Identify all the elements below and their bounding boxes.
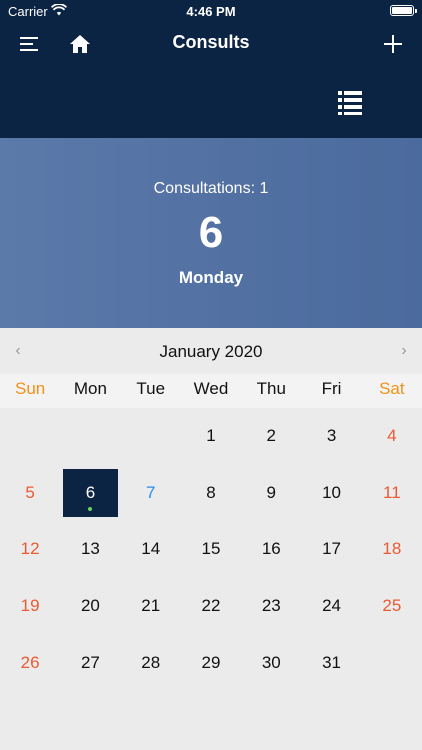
day-number: 16 xyxy=(261,539,281,559)
chevron-right-icon: › xyxy=(401,342,407,359)
calendar-day[interactable]: 15 xyxy=(181,521,241,578)
calendar-day[interactable]: 31 xyxy=(301,634,361,691)
day-number: 31 xyxy=(322,652,342,672)
day-number: 19 xyxy=(20,596,40,616)
day-number: 25 xyxy=(382,596,402,616)
calendar-day[interactable]: 4 xyxy=(362,408,422,465)
calendar-day[interactable]: 6 xyxy=(60,465,120,522)
day-number: 13 xyxy=(80,539,100,559)
day-number: 1 xyxy=(206,426,216,446)
day-number: 28 xyxy=(141,652,161,672)
weekday-label: Wed xyxy=(193,379,229,398)
weekday-label: Tue xyxy=(136,379,166,398)
calendar-day[interactable]: 10 xyxy=(301,465,361,522)
day-number: 5 xyxy=(25,482,35,502)
day-number: 12 xyxy=(20,539,40,559)
day-number: 18 xyxy=(382,539,402,559)
menu-button[interactable] xyxy=(14,30,44,58)
day-number: 29 xyxy=(201,652,221,672)
status-bar: Carrier 4:46 PM xyxy=(0,0,422,22)
calendar-day[interactable]: 29 xyxy=(181,634,241,691)
day-number: 3 xyxy=(326,426,337,446)
day-number: 27 xyxy=(80,652,100,672)
calendar-day[interactable]: 8 xyxy=(181,465,241,522)
plus-icon xyxy=(384,35,402,53)
month-header: ‹ January 2020 › xyxy=(0,328,422,374)
calendar-day[interactable]: 1 xyxy=(181,408,241,465)
calendar-day[interactable]: 23 xyxy=(241,578,301,635)
month-title: January 2020 xyxy=(159,342,263,361)
calendar: ‹ January 2020 › Sun Mon Tue Wed Thu Fri Sat 1… xyxy=(0,328,422,750)
weekday-label: Sat xyxy=(379,379,405,398)
calendar-day[interactable]: 25 xyxy=(362,578,422,635)
weekday-header: Sun Mon Tue Wed Thu Fri Sat xyxy=(0,374,422,408)
status-time: 4:46 PM xyxy=(186,4,236,19)
menu-icon xyxy=(20,37,38,51)
calendar-day[interactable]: 14 xyxy=(121,521,181,578)
calendar-day[interactable]: 11 xyxy=(362,465,422,522)
calendar-day[interactable]: 9 xyxy=(241,465,301,522)
day-number: 7 xyxy=(145,482,156,502)
day-number: 9 xyxy=(266,482,277,502)
day-number: 30 xyxy=(261,652,281,672)
day-number: 14 xyxy=(141,539,161,559)
home-button[interactable] xyxy=(65,30,95,58)
day-number: 24 xyxy=(322,596,342,616)
add-consult-button[interactable] xyxy=(378,30,408,58)
calendar-day[interactable]: 3 xyxy=(301,408,361,465)
list-icon xyxy=(338,91,362,115)
consultations-count: Consultations: 1 xyxy=(153,180,269,197)
next-month-button[interactable]: › xyxy=(394,342,414,362)
empty-day-cell xyxy=(60,408,120,465)
day-number: 26 xyxy=(20,652,40,672)
list-view-button[interactable] xyxy=(334,86,366,118)
day-number: 21 xyxy=(141,596,161,616)
calendar-day[interactable]: 24 xyxy=(301,578,361,635)
selected-day-summary: Consultations: 1 6 Monday xyxy=(0,138,422,328)
event-dot-indicator xyxy=(88,507,93,512)
weekday-label: Mon xyxy=(73,379,107,398)
day-number: 4 xyxy=(387,426,397,446)
page-title: Consults xyxy=(172,32,250,52)
selected-day-number: 6 xyxy=(198,208,224,257)
navigation-bar: Consults xyxy=(0,22,422,138)
empty-day-cell xyxy=(0,408,60,465)
day-number: 20 xyxy=(80,596,100,616)
calendar-day[interactable]: 18 xyxy=(362,521,422,578)
calendar-day[interactable]: 30 xyxy=(241,634,301,691)
weekday-label: Fri xyxy=(321,379,342,398)
calendar-day[interactable]: 12 xyxy=(0,521,60,578)
calendar-day[interactable]: 5 xyxy=(0,465,60,522)
calendar-day[interactable]: 7 xyxy=(121,465,181,522)
calendar-day[interactable]: 2 xyxy=(241,408,301,465)
empty-day-cell xyxy=(121,408,181,465)
day-number: 17 xyxy=(322,539,342,559)
calendar-day[interactable]: 21 xyxy=(121,578,181,635)
calendar-days-grid: 1 2 3 4 5 6 7 8 9 10 11 12 13 14 15 16 17 18 19 20 21 22 23 24 2… xyxy=(0,408,422,720)
calendar-day[interactable]: 20 xyxy=(60,578,120,635)
calendar-day[interactable]: 22 xyxy=(181,578,241,635)
weekday-label: Thu xyxy=(256,379,286,398)
day-number: 15 xyxy=(201,539,221,559)
selected-day-name: Monday xyxy=(178,268,244,287)
day-number: 10 xyxy=(322,482,342,502)
calendar-day[interactable]: 17 xyxy=(301,521,361,578)
day-number: 11 xyxy=(383,482,401,502)
weekday-label: Sun xyxy=(15,379,46,398)
home-icon xyxy=(70,35,90,53)
battery-icon xyxy=(390,5,417,16)
day-number: 23 xyxy=(261,596,281,616)
day-number: 22 xyxy=(201,596,221,616)
empty-day-cell xyxy=(362,634,422,691)
calendar-day[interactable]: 27 xyxy=(60,634,120,691)
calendar-day[interactable]: 13 xyxy=(60,521,120,578)
calendar-day[interactable]: 26 xyxy=(0,634,60,691)
calendar-day[interactable]: 28 xyxy=(121,634,181,691)
day-number: 6 xyxy=(85,482,96,502)
calendar-day[interactable]: 19 xyxy=(0,578,60,635)
day-number: 8 xyxy=(206,482,216,502)
day-number: 2 xyxy=(266,426,277,446)
calendar-day[interactable]: 16 xyxy=(241,521,301,578)
